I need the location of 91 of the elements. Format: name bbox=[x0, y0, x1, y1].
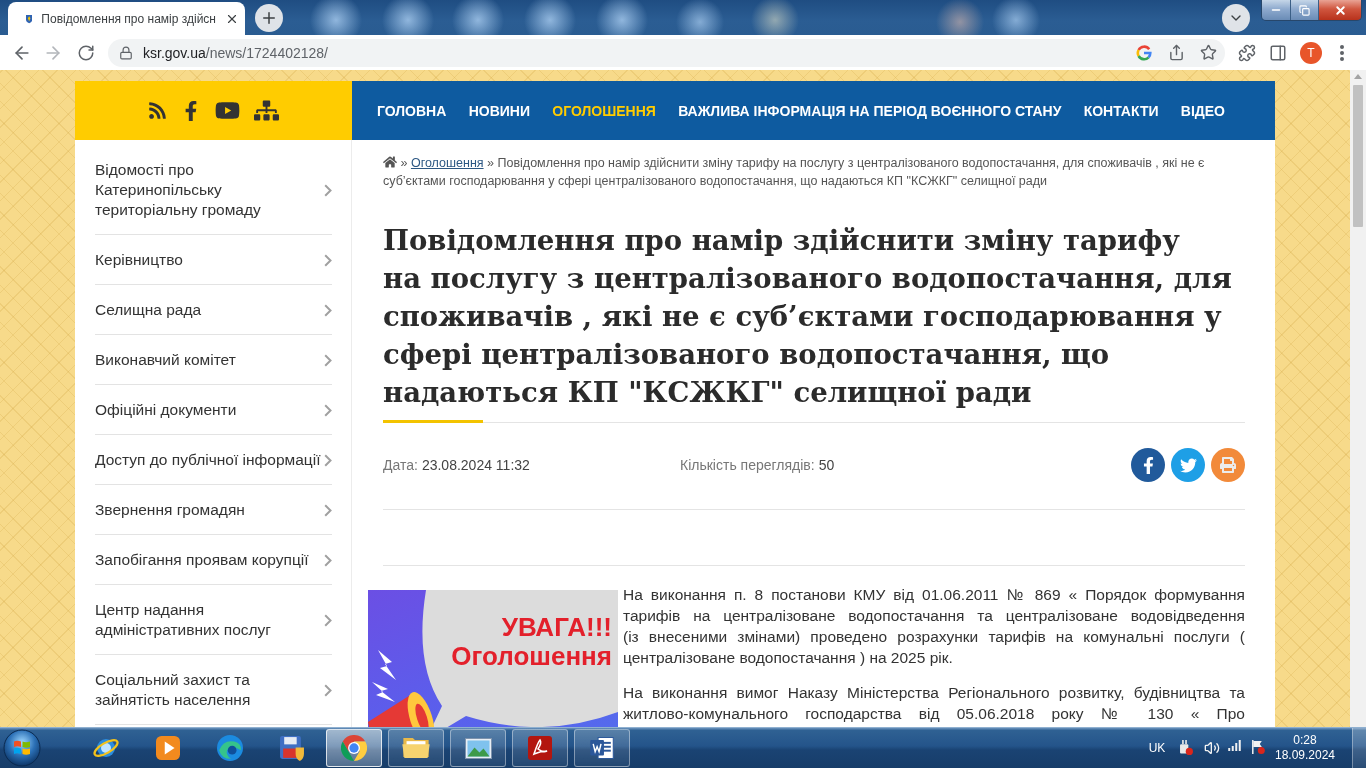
banner-text: Оголошення bbox=[451, 642, 612, 671]
views-value: 50 bbox=[818, 457, 835, 473]
lightning-icon bbox=[378, 650, 396, 680]
article-title: Повідомлення про намір здійснити зміну тарифу на послугу з централізованого водопостачання, для споживачів , які не є суб’єктами господарювання у сфері централізованого водопостачання, що надаються КП "КСЖКГ" селищної ради bbox=[383, 223, 1233, 410]
sidebar-item[interactable]: Селищна рада bbox=[95, 285, 332, 335]
banner-text: УВАГА!!! bbox=[501, 613, 612, 642]
taskbar-app-button[interactable] bbox=[512, 729, 568, 767]
menu-icon bbox=[1340, 44, 1344, 61]
bird-icon bbox=[1179, 456, 1197, 474]
sidebar-item[interactable]: Офіційні документи bbox=[95, 385, 332, 435]
minimize-button[interactable] bbox=[1262, 0, 1290, 20]
rss-icon bbox=[148, 101, 167, 120]
sitemap-icon bbox=[254, 98, 279, 123]
chevron-right-icon bbox=[324, 353, 332, 367]
chevron-right-icon bbox=[324, 453, 332, 467]
chevron-right-icon bbox=[324, 183, 332, 197]
g-logo-icon bbox=[1136, 44, 1152, 61]
printer-icon bbox=[1220, 457, 1236, 473]
nav-link[interactable]: НОВИНИ bbox=[468, 102, 530, 119]
document-icon bbox=[590, 737, 614, 759]
close-icon bbox=[1333, 3, 1347, 17]
wave-circle-icon bbox=[217, 735, 243, 761]
chevron-right-icon bbox=[324, 303, 332, 317]
start-orb-icon bbox=[3, 729, 41, 767]
breadcrumb: » Оголошення » Повідомлення про намір здійснити зміну тарифу на послугу з централізованого водопостачання, для споживачів , які не є суб’єктами господарювання у сфері централізованого водопостачання, що надаються КП "КСЖКГ" селищної ради bbox=[383, 154, 1206, 190]
lock-icon bbox=[119, 45, 133, 60]
star-icon bbox=[1199, 44, 1217, 61]
language-indicator[interactable]: UK bbox=[1142, 741, 1172, 755]
tricolor-circle-icon bbox=[341, 735, 367, 761]
new-tab-button[interactable] bbox=[255, 3, 283, 32]
media-play-icon bbox=[156, 736, 180, 760]
close-window-button[interactable] bbox=[1318, 0, 1361, 20]
scroll-up-arrow-icon bbox=[1354, 74, 1362, 79]
chevron-right-icon bbox=[324, 683, 332, 697]
nav-link[interactable]: ГОЛОВНА bbox=[377, 102, 447, 119]
tab-search-button[interactable] bbox=[1222, 3, 1250, 32]
home-icon bbox=[383, 155, 397, 169]
landscape-picture-icon bbox=[464, 737, 492, 759]
sidebar-item[interactable]: Запобігання проявам корупції bbox=[95, 535, 332, 585]
clock[interactable]: 0:28 18.09.2024 bbox=[1276, 733, 1334, 763]
address-bar[interactable]: ksr.gov.ua/news/1724402128/ bbox=[108, 38, 1225, 67]
folder-icon bbox=[402, 738, 430, 758]
reload-icon bbox=[77, 43, 95, 62]
floppy-disk-icon bbox=[279, 735, 305, 761]
date-value: 23.08.2024 11:32 bbox=[421, 457, 530, 473]
url-text: ksr.gov.ua/news/1724402128/ bbox=[143, 44, 328, 61]
show-desktop-button[interactable] bbox=[1352, 728, 1366, 768]
restore-icon bbox=[1299, 4, 1310, 16]
nav-link[interactable]: ОГОЛОШЕННЯ bbox=[552, 102, 656, 119]
nav-link[interactable]: ВІДЕО bbox=[1180, 102, 1225, 119]
home-link[interactable] bbox=[383, 156, 397, 170]
speaker-icon[interactable] bbox=[1204, 740, 1220, 756]
facebook-share-button[interactable] bbox=[1131, 448, 1165, 482]
restore-button[interactable] bbox=[1290, 0, 1318, 20]
side-panel-icon bbox=[1269, 43, 1287, 62]
article-paragraph: На виконання вимог Наказу Міністерства Регіонального розвитку, будівництва та житлово-комунального господарства від 05.06.2018 року № 130 « Про bbox=[623, 683, 1245, 724]
nav-link[interactable]: ВАЖЛИВА ІНФОРМАЦІЯ НА ПЕРІОД ВОЄННОГО СТАНУ bbox=[678, 102, 1062, 119]
chevron-right-icon bbox=[324, 503, 332, 517]
sidebar-item[interactable]: Виконавчий комітет bbox=[95, 335, 332, 385]
breadcrumb-link[interactable]: Оголошення bbox=[410, 156, 484, 170]
signal-bars-icon[interactable] bbox=[1228, 740, 1241, 751]
profile-avatar[interactable]: T bbox=[1300, 41, 1322, 64]
swirl-tile-icon bbox=[528, 736, 552, 760]
sidebar-item[interactable]: Соціальний захист та зайнятість населення bbox=[95, 655, 332, 725]
flag-alert-icon[interactable] bbox=[1252, 740, 1265, 754]
chevron-right-icon bbox=[324, 613, 332, 627]
taskbar-app-button[interactable] bbox=[574, 729, 630, 767]
taskbar-app-button[interactable] bbox=[450, 729, 506, 767]
browser-tab[interactable]: Повідомлення про намір здійсн bbox=[8, 2, 245, 35]
puzzle-icon bbox=[1238, 43, 1256, 62]
article-paragraph: На виконання п. 8 постанови КМУ від 01.06.2011 № 869 « Порядок формування тарифів на централізоване водопостачання та централізоване водовідведення (із внесеними змінами) проведено розрахунки тарифів на комунальні послуги ( централізоване водопостачання ) на 2025 рік. bbox=[623, 585, 1245, 668]
share-icon bbox=[1167, 44, 1185, 61]
sidebar-item[interactable]: Центр надання адміністративних послуг bbox=[95, 585, 332, 655]
lightning-icon bbox=[372, 682, 395, 702]
plug-icon[interactable] bbox=[1180, 740, 1193, 755]
scrollbar-thumb[interactable] bbox=[1353, 85, 1363, 227]
date-label: Дата: bbox=[383, 457, 418, 473]
nav-link[interactable]: КОНТАКТИ bbox=[1083, 102, 1159, 119]
sidebar-item[interactable]: Відомості про Катеринопільську територіальну громаду bbox=[95, 145, 332, 235]
sidebar-item[interactable]: Керівництво bbox=[95, 235, 332, 285]
sidebar-item[interactable]: Доступ до публічної інформації bbox=[95, 435, 332, 485]
chevron-right-icon bbox=[324, 253, 332, 267]
sitemap-link[interactable] bbox=[254, 98, 279, 123]
rss-link[interactable] bbox=[148, 101, 167, 120]
chevron-right-icon bbox=[324, 403, 332, 417]
sidebar-item[interactable]: Звернення громадян bbox=[95, 485, 332, 535]
chevron-right-icon bbox=[324, 553, 332, 567]
twitter-share-button[interactable] bbox=[1171, 448, 1205, 482]
taskbar-app-button[interactable] bbox=[388, 729, 444, 767]
views-label: Кількість переглядів: bbox=[680, 457, 815, 473]
start-button[interactable] bbox=[3, 729, 41, 767]
